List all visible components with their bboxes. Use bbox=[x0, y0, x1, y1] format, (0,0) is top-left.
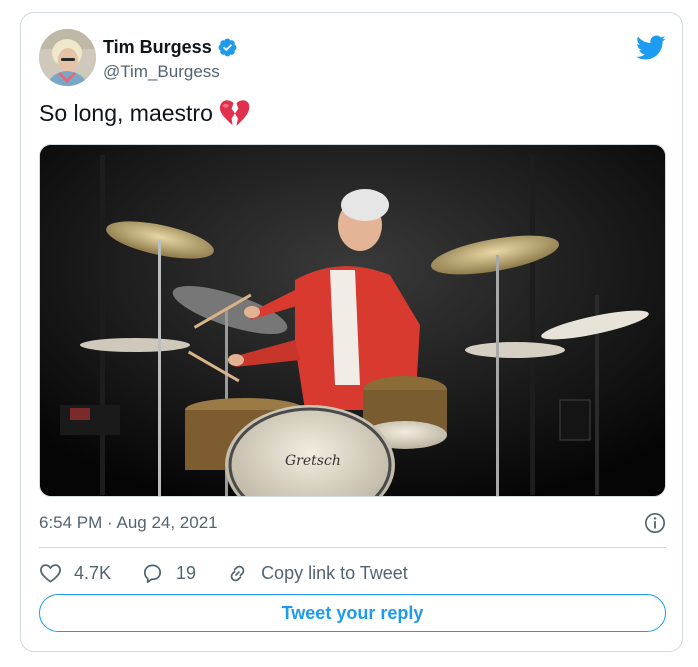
tweet-header: Tim Burgess @Tim_Burgess bbox=[39, 29, 666, 87]
drum-brand-text: Gretsch bbox=[285, 453, 341, 469]
copy-link-label: Copy link to Tweet bbox=[261, 562, 408, 583]
display-name-row: Tim Burgess bbox=[103, 35, 238, 59]
tweet-text-content: So long, maestro bbox=[39, 100, 213, 126]
timestamp[interactable]: 6:54 PM · Aug 24, 2021 bbox=[39, 513, 218, 533]
display-name[interactable]: Tim Burgess bbox=[103, 37, 212, 58]
tweet-actions: 4.7K 19 Copy link to Tweet bbox=[39, 556, 666, 590]
drummer-photo: Gretsch bbox=[40, 145, 665, 496]
divider bbox=[39, 547, 666, 548]
tweet-photo[interactable]: Gretsch bbox=[39, 144, 666, 497]
like-count: 4.7K bbox=[74, 562, 112, 583]
link-icon bbox=[230, 565, 245, 581]
tweet-card: Tim Burgess @Tim_Burgess So long, maestr… bbox=[20, 12, 683, 652]
broken-heart-icon bbox=[219, 100, 250, 127]
tweet-your-reply-button[interactable]: Tweet your reply bbox=[39, 594, 666, 632]
copy-link-button[interactable]: Copy link to Tweet bbox=[226, 562, 408, 585]
reply-count: 19 bbox=[176, 562, 197, 583]
author-info: Tim Burgess @Tim_Burgess bbox=[103, 35, 238, 82]
handle[interactable]: @Tim_Burgess bbox=[103, 62, 238, 82]
tweet-text: So long, maestro bbox=[39, 99, 250, 128]
twitter-bird-icon[interactable] bbox=[636, 35, 666, 61]
timestamp-row: 6:54 PM · Aug 24, 2021 bbox=[39, 508, 666, 538]
reply-count-button[interactable]: 19 bbox=[141, 562, 196, 585]
avatar[interactable] bbox=[39, 29, 96, 86]
like-button[interactable]: 4.7K bbox=[39, 562, 111, 585]
avatar-image bbox=[39, 29, 96, 86]
reply-bubble-icon bbox=[144, 563, 162, 583]
verified-badge-icon bbox=[218, 38, 237, 56]
heart-icon bbox=[40, 563, 61, 583]
reply-button-label: Tweet your reply bbox=[281, 602, 424, 623]
info-icon[interactable] bbox=[644, 512, 666, 534]
